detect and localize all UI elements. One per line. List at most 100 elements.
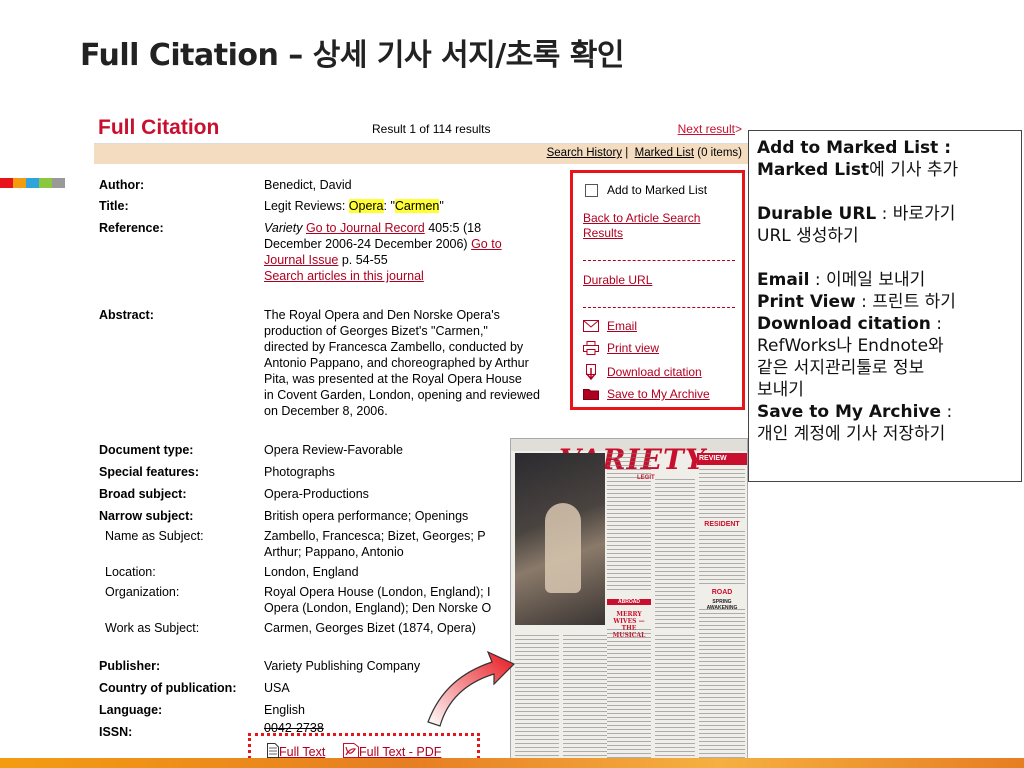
field-label: Special features: [99,465,200,479]
citation-header: Full Citation Result 1 of 114 results Ne… [94,110,748,144]
back-to-results-link[interactable]: Back to Article Search [583,211,700,226]
print-view-item[interactable]: Print view [583,341,659,355]
text-column [607,453,651,593]
field-label: Organization: [105,585,180,599]
abstract-line: on December 8, 2006. [264,404,388,418]
fulltext-pdf-link[interactable]: Full Text - PDF [359,745,441,759]
field-label: Abstract: [99,308,154,322]
text-column [515,635,559,763]
magazine-page-image: VARIETY LEGIT REVIEW RESIDENT ROAD SPRIN… [510,438,748,766]
text-column [655,635,695,763]
search-highlight: Opera [348,199,384,213]
org-line: Royal Opera House (London, England); I [264,585,491,599]
desc-term: Save to My Archive [757,402,942,422]
color-strip-segment [26,178,39,188]
desc-save: Save to My Archive : 개인 계정에 기사 저장하기 [757,401,1013,445]
back-to-results-item[interactable]: Back to Article Search Results [583,211,700,241]
abstract-line: The Royal Opera and Den Norske Opera's [264,308,500,322]
journal-issue-link[interactable]: Go to [471,237,502,251]
org-line: Opera (London, England); Den Norske O [264,601,492,615]
text-column [699,531,745,587]
text-column [699,609,745,759]
save-archive-item[interactable]: Save to My Archive [583,387,710,401]
download-citation-link[interactable]: Download citation [607,365,702,379]
folder-icon [583,388,599,400]
abstract-line: production of Georges Bizet's "Carmen," [264,324,488,338]
desc-term: Durable URL [757,204,877,224]
printer-icon [583,341,599,355]
text-column [607,629,651,763]
field-label: Publisher: [99,659,161,673]
desc-email: Email : 이메일 보내기 [757,269,1013,291]
desc-add-marked: Add to Marked List : Marked List에 기사 추가 [757,137,1013,181]
citation-navbar: Search History | Marked List (0 items) [94,144,748,164]
field-value: Legit Reviews: Opera: "Carmen" [264,198,564,214]
name-line: Arthur; Pappano, Antonio [264,545,404,559]
nav-separator: | [625,147,629,159]
add-marked-list-item[interactable]: Add to Marked List [583,183,707,197]
field-label: Document type: [99,443,194,457]
desc-text: : [930,314,943,334]
marked-list-link[interactable]: Marked List [635,147,694,159]
singer-figure [545,503,581,593]
feature-description-box: Add to Marked List : Marked List에 기사 추가 D… [748,130,1022,482]
desc-text: : 이메일 보내기 [809,270,926,290]
resident-subhead: RESIDENT [704,521,740,528]
name-line: Zambello, Francesca; Bizet, Georges; P [264,529,486,543]
text-column [699,469,745,519]
abstract-line: Pita, was presented at the Royal Opera H… [264,372,522,386]
journal-issue-link-cont[interactable]: Journal Issue [264,253,338,267]
field-value: Benedict, David [264,178,352,192]
save-archive-link[interactable]: Save to My Archive [607,387,710,401]
desc-text: RefWorks나 Endnote와 [757,336,944,356]
citation-actions-box: Add to Marked List Back to Article Searc… [570,170,745,410]
search-journal-link[interactable]: Search articles in this journal [264,269,424,283]
color-strip-segment [52,178,65,188]
durable-url-item[interactable]: Durable URL [583,273,652,287]
durable-url-link[interactable]: Durable URL [583,273,652,287]
field-organization: Organization: Royal Opera House (London,… [94,584,574,618]
field-label: Reference: [99,221,164,235]
title-text: : " [383,199,395,213]
desc-text: : 프린트 하기 [855,292,956,312]
action-divider [583,260,735,261]
field-abstract: Abstract: The Royal Opera and Den Norske… [94,307,574,419]
opera-photo [515,453,605,625]
action-divider [583,307,735,308]
field-value: Variety Go to Journal Record 405:5 (18 D… [264,220,564,284]
next-result: Next result> [678,122,742,136]
desc-text: : [941,402,953,422]
field-label: Country of publication: [99,681,237,695]
field-label: ISSN: [99,725,133,739]
ref-dates: December 2006-24 December 2006) [264,237,468,251]
desc-text: 보내기 [757,380,804,400]
journal-name: Variety [264,221,303,235]
result-count: Result 1 of 114 results [372,122,491,136]
abstract-line: Antonio Pappano, and choreographed by Ar… [264,356,529,370]
email-link[interactable]: Email [607,319,637,333]
desc-text: 같은 서지관리툴로 정보 [757,358,925,378]
next-arrow: > [734,122,742,136]
journal-record-link[interactable]: Go to Journal Record [306,221,425,235]
back-to-results-link-cont[interactable]: Results [583,226,623,241]
download-citation-item[interactable]: Download citation [583,364,702,380]
slide-title: Full Citation – 상세 기사 서지/초록 확인 [80,38,625,73]
fulltext-html-link[interactable]: Full Text [279,745,325,759]
desc-text: : 바로가기 [876,204,956,224]
review-tag: REVIEW [697,453,747,465]
desc-durable: Durable URL : 바로가기 URL 생성하기 [757,203,1013,247]
ref-pages: p. 54-55 [338,253,388,267]
desc-term: Marked List [757,160,870,180]
desc-term: Print View [757,292,856,312]
print-view-link[interactable]: Print view [607,341,659,355]
search-history-link[interactable]: Search History [547,147,622,159]
desc-spacer [757,247,1013,269]
road-subhead: ROAD [711,589,733,596]
color-strip-segment [0,178,13,188]
email-item[interactable]: Email [583,319,637,333]
field-name-subject: Name as Subject: Zambello, Francesca; Bi… [94,528,574,562]
next-result-link[interactable]: Next result [678,122,735,136]
checkbox-icon[interactable] [583,183,599,197]
desc-download: Download citation : RefWorks나 Endnote와 같은 … [757,313,1013,401]
field-label: Language: [99,703,163,717]
